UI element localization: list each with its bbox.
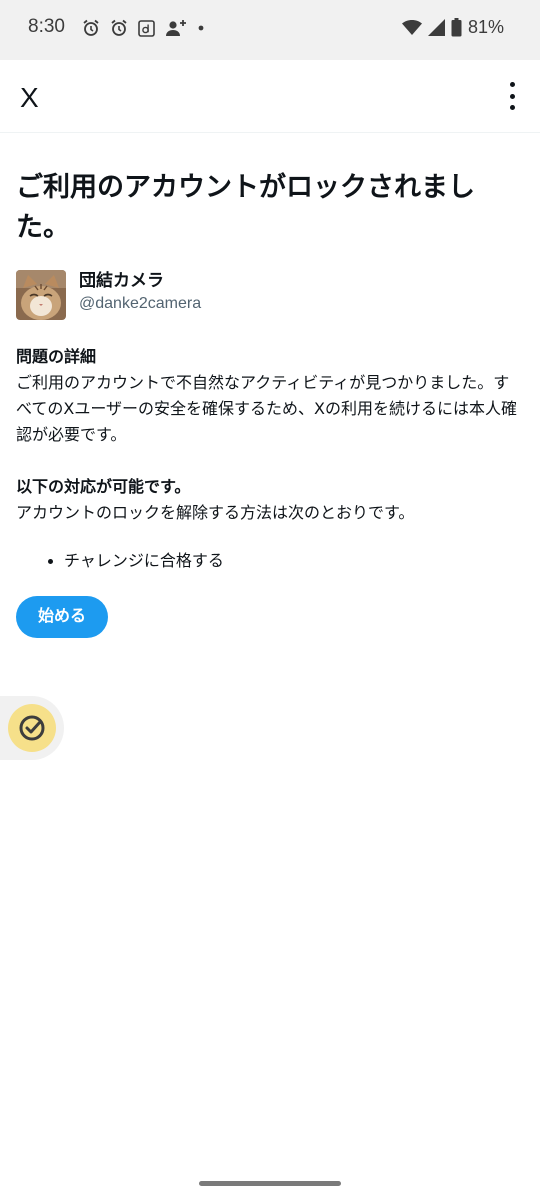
details-body: ご利用のアカウントで不自然なアクティビティが見つかりました。すべてのXユーザーの… <box>16 373 517 444</box>
details-heading: 問題の詳細 <box>16 347 97 366</box>
more-options-icon[interactable] <box>498 80 526 112</box>
system-icons: 81% <box>396 17 504 38</box>
options-body: アカウントのロックを解除する方法は次のとおりです。 <box>16 503 415 522</box>
app-bar: X <box>0 60 540 133</box>
floating-helper <box>0 696 64 760</box>
account-info: 団結カメラ @danke2camera <box>16 270 524 320</box>
check-circle-icon[interactable] <box>8 704 56 752</box>
bullet-icon <box>48 559 53 564</box>
battery-percentage: 81% <box>467 17 504 37</box>
d-app-icon <box>138 19 155 37</box>
home-indicator[interactable] <box>199 1181 341 1186</box>
display-name: 団結カメラ <box>79 271 164 291</box>
wifi-icon <box>401 19 422 36</box>
main-content: ご利用のアカウントがロックされました。 団結カメラ @danke2camera … <box>16 168 524 638</box>
unlock-options-list: チャレンジに合格する <box>16 548 524 574</box>
dot-icon <box>197 24 205 32</box>
signal-icon <box>427 19 445 36</box>
person-add-icon <box>165 19 187 37</box>
start-button[interactable]: 始める <box>16 596 109 638</box>
alarm-icon <box>110 19 128 37</box>
options-heading: 以下の対応が可能です。 <box>16 477 191 496</box>
user-handle: @danke2camera <box>79 295 202 312</box>
status-bar: 8:30 81% <box>0 0 540 60</box>
avatar <box>16 270 66 320</box>
list-item-label: チャレンジに合格する <box>64 551 224 570</box>
alarm-icon <box>82 19 100 37</box>
status-time: 8:30 <box>28 16 65 37</box>
battery-icon <box>451 18 462 37</box>
x-logo[interactable]: X <box>20 82 39 114</box>
list-item: チャレンジに合格する <box>16 548 524 574</box>
page-title: ご利用のアカウントがロックされました。 <box>16 172 475 243</box>
notification-icons <box>72 19 205 37</box>
